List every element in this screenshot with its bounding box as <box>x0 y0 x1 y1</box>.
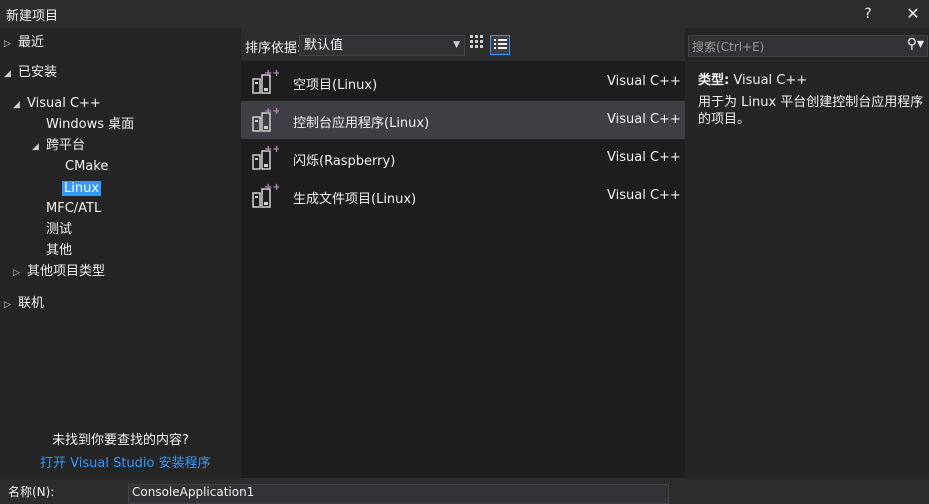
tree-item-online[interactable]: ▷ 联机 <box>4 293 44 314</box>
tree-item-label: 跨平台 <box>46 138 86 153</box>
list-view-button[interactable] <box>490 35 510 55</box>
template-name: 空项目(Linux) <box>293 78 378 93</box>
tree-item-linux[interactable]: Linux <box>62 178 102 199</box>
tree-item-mfc-atl[interactable]: MFC/ATL <box>46 198 101 219</box>
template-language: Visual C++ <box>607 74 681 89</box>
list-view-icon <box>493 39 507 49</box>
template-tree: ▷ 最近 ◢ 已安装 ◢ Visual C++ Windows 桌面 ◢ 跨平台 CMa… <box>0 28 241 478</box>
name-input[interactable]: ConsoleApplication1 <box>128 484 669 504</box>
collapse-arrow-icon[interactable]: ◢ <box>13 95 27 116</box>
cpp-project-icon: ++ <box>252 68 279 94</box>
cpp-project-icon: ++ <box>252 144 279 170</box>
cpp-project-icon: ++ <box>252 106 279 132</box>
tree-item-test[interactable]: 测试 <box>46 219 72 240</box>
template-name: 生成文件项目(Linux) <box>293 192 417 207</box>
tree-item-recent[interactable]: ▷ 最近 <box>4 32 44 53</box>
search-placeholder: 搜索(Ctrl+E) <box>692 40 765 54</box>
template-description: 用于为 Linux 平台创建控制台应用程序的项目。 <box>698 95 924 127</box>
name-label: 名称(N): <box>8 485 55 499</box>
grid-view-button[interactable] <box>467 35 486 54</box>
template-list: ++ 空项目(Linux) Visual C++ ++ 控制台应用程序(Linu… <box>241 61 685 478</box>
grid-view-icon <box>470 35 483 48</box>
tree-item-label: 联机 <box>18 296 45 311</box>
expand-arrow-icon[interactable]: ▷ <box>4 34 18 55</box>
tree-item-installed[interactable]: ◢ 已安装 <box>4 62 57 83</box>
help-button[interactable]: ? <box>856 3 880 25</box>
close-button[interactable]: ✕ <box>901 3 925 25</box>
sort-label: 排序依据: <box>245 41 302 56</box>
tree-item-label: CMake <box>65 159 109 174</box>
tree-item-windows-desktop[interactable]: Windows 桌面 <box>46 114 134 135</box>
template-language: Visual C++ <box>607 188 681 203</box>
svg-text:++: ++ <box>264 182 279 193</box>
details-panel: 搜索(Ctrl+E) ⚲▾ 类型: Visual C++ 用于为 Linux 平… <box>685 28 929 478</box>
collapse-arrow-icon[interactable]: ◢ <box>4 64 18 85</box>
sort-value: 默认值 <box>304 38 344 53</box>
collapse-arrow-icon[interactable]: ◢ <box>32 137 46 158</box>
bottom-bar: 名称(N): ConsoleApplication1 <box>0 478 929 504</box>
tree-item-label: 其他 <box>46 243 73 258</box>
open-installer-link[interactable]: 打开 Visual Studio 安装程序 <box>40 452 211 471</box>
type-label: 类型: <box>698 73 730 88</box>
template-row[interactable]: ++ 控制台应用程序(Linux) Visual C++ <box>241 101 685 139</box>
template-name: 控制台应用程序(Linux) <box>293 116 430 131</box>
template-row[interactable]: ++ 空项目(Linux) Visual C++ <box>241 63 685 101</box>
tree-item-label: Linux <box>62 181 102 196</box>
svg-text:++: ++ <box>264 68 279 79</box>
title-bar: 新建项目 ? ✕ <box>0 0 929 28</box>
expand-arrow-icon[interactable]: ▷ <box>4 295 18 316</box>
tree-item-label: 最近 <box>18 35 45 50</box>
chevron-down-icon: ▼ <box>453 40 460 50</box>
tree-item-label: Visual C++ <box>27 96 101 111</box>
tree-item-cross-platform[interactable]: ◢ 跨平台 <box>32 135 85 156</box>
search-input[interactable]: 搜索(Ctrl+E) ⚲▾ <box>688 35 928 57</box>
template-row[interactable]: ++ 生成文件项目(Linux) Visual C++ <box>241 177 685 215</box>
not-found-text: 未找到你要查找的内容? <box>52 433 189 448</box>
tree-item-cmake[interactable]: CMake <box>65 156 108 177</box>
svg-text:++: ++ <box>264 106 279 117</box>
tree-item-label: 其他项目类型 <box>27 264 106 279</box>
expand-arrow-icon[interactable]: ▷ <box>13 263 27 284</box>
cpp-project-icon: ++ <box>252 182 279 208</box>
tree-item-label: 测试 <box>46 222 73 237</box>
tree-item-visual-cpp[interactable]: ◢ Visual C++ <box>13 93 101 114</box>
sort-bar: 排序依据: 默认值 ▼ <box>241 28 685 61</box>
tree-item-label: 已安装 <box>18 65 58 80</box>
template-row[interactable]: ++ 闪烁(Raspberry) Visual C++ <box>241 139 685 177</box>
window-title: 新建项目 <box>6 9 59 24</box>
tree-item-other[interactable]: 其他 <box>46 240 72 261</box>
tree-item-label: MFC/ATL <box>46 201 102 216</box>
search-icon[interactable]: ⚲▾ <box>907 36 924 52</box>
sort-dropdown[interactable]: 默认值 ▼ <box>299 35 465 56</box>
svg-text:++: ++ <box>264 144 279 155</box>
tree-item-label: Windows 桌面 <box>46 117 135 132</box>
template-name: 闪烁(Raspberry) <box>293 154 396 169</box>
type-value: Visual C++ <box>733 73 808 88</box>
tree-item-other-project-types[interactable]: ▷ 其他项目类型 <box>13 261 105 282</box>
type-line: 类型: Visual C++ <box>698 69 807 88</box>
template-language: Visual C++ <box>607 112 681 127</box>
template-language: Visual C++ <box>607 150 681 165</box>
